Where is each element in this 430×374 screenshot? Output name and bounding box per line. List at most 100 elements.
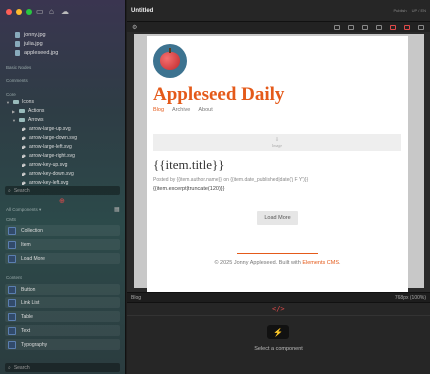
file-item[interactable]: jonny.jpg [15, 32, 46, 38]
svg-file-icon [22, 172, 26, 176]
tree-label: arrow-key-up.svg [29, 162, 68, 168]
cloud-icon[interactable]: ☁ [61, 7, 69, 16]
tree-item-svg[interactable]: arrow-key-down.svg [22, 171, 74, 177]
svg-file-icon [22, 136, 26, 140]
component-text[interactable]: Text [5, 325, 120, 336]
site-footer[interactable]: © 2025 Jonny Appleseed. Built with Eleme… [147, 260, 408, 266]
toolbar-actions: Publish UP / EN [394, 8, 427, 13]
tree-item-svg[interactable]: arrow-large-left.svg [22, 144, 72, 150]
viewport-size-label[interactable]: 768px (100%) [395, 295, 426, 301]
desktop-icon[interactable] [362, 24, 368, 30]
site-nav: Blog Archive About [153, 107, 213, 113]
tree-item-svg[interactable]: arrow-large-right.svg [22, 153, 75, 159]
site-title[interactable]: Appleseed Daily [153, 84, 284, 106]
section-comments[interactable]: Comments [6, 78, 28, 83]
svg-file-icon [22, 181, 26, 185]
window-controls [6, 9, 32, 15]
search-placeholder: Search [13, 187, 30, 194]
share-icon[interactable] [418, 24, 424, 30]
link-list-icon [8, 298, 16, 307]
tree-item-arrows[interactable]: ▼ Arrows [12, 117, 44, 123]
image-file-icon [15, 41, 20, 47]
tree-label: arrow-large-up.svg [29, 126, 71, 132]
footer-divider [237, 253, 318, 254]
settings-icon[interactable]: ⚙ [132, 24, 137, 31]
document-title: Untitled [131, 7, 154, 14]
site-logo[interactable] [153, 44, 187, 78]
chevron-down-icon: ▼ [12, 117, 16, 123]
svg-file-icon [22, 127, 26, 131]
close-window-button[interactable] [6, 9, 12, 15]
publish-icon[interactable] [404, 24, 410, 30]
load-more-button[interactable]: Load More [257, 211, 298, 225]
sidebar-search-input[interactable]: ⌕ Search [5, 186, 120, 195]
tree-label: arrow-large-left.svg [29, 144, 72, 150]
folder-icon [13, 99, 19, 105]
component-item[interactable]: Item [5, 239, 120, 250]
language-selector[interactable]: UP / EN [412, 8, 426, 13]
publish-button[interactable]: Publish [394, 8, 407, 13]
chevron-down-icon: ▼ [6, 99, 10, 105]
grid-view-icon[interactable]: ▦ [114, 206, 120, 213]
footer-end: . [339, 260, 341, 266]
add-icon[interactable]: ⊕ [59, 197, 65, 205]
bolt-icon: ⚡ [267, 325, 289, 339]
footer-brand-link[interactable]: Elements CMS [302, 260, 339, 266]
nav-about-link[interactable]: About [198, 107, 212, 113]
pages-icon[interactable]: ⌂ [49, 7, 54, 16]
components-search-input[interactable]: ⌕ Search [5, 363, 120, 372]
item-title[interactable]: {{item.title}} [153, 157, 225, 173]
component-label: Text [21, 327, 31, 334]
components-dropdown[interactable]: All Components ▾ [6, 207, 41, 213]
item-excerpt[interactable]: {{item.excerpt|truncate(120)}} [153, 186, 224, 192]
page-preview[interactable]: Appleseed Daily Blog Archive About ⇩ Ima… [147, 36, 408, 294]
tablet-icon[interactable] [348, 24, 354, 30]
divider [127, 315, 430, 316]
canvas: ⚙ Appleseed Daily Blog Archive About ⇩ I… [127, 22, 430, 294]
tree-item-svg[interactable]: arrow-large-down.svg [22, 135, 77, 141]
tree-item-svg[interactable]: arrow-key-up.svg [22, 162, 67, 168]
sidebar-toggle-icon[interactable]: ▭ [36, 7, 44, 16]
component-label: Typography [21, 341, 48, 348]
record-icon[interactable] [390, 24, 396, 30]
component-link-list[interactable]: Link List [5, 297, 120, 308]
phone-icon[interactable] [334, 24, 340, 30]
component-label: Table [21, 313, 33, 320]
component-load-more[interactable]: Load More [5, 253, 120, 264]
tree-label: Actions [28, 108, 45, 114]
component-typography[interactable]: Typography [5, 339, 120, 350]
component-collection[interactable]: Collection [5, 225, 120, 236]
image-placeholder[interactable]: ⇩ Image [153, 134, 401, 151]
component-button[interactable]: Button [5, 284, 120, 295]
maximize-window-button[interactable] [26, 9, 32, 15]
footer-text: © 2025 Jonny Appleseed. Built with [214, 260, 303, 266]
preview-icon[interactable] [376, 24, 382, 30]
component-label: Item [21, 241, 31, 248]
file-item[interactable]: julia.jpg [15, 41, 43, 47]
item-icon [8, 240, 16, 249]
nav-blog-link[interactable]: Blog [153, 107, 164, 113]
search-icon: ⌕ [8, 187, 11, 194]
file-name: jonny.jpg [24, 32, 46, 38]
apple-icon [160, 48, 180, 70]
tree-label: Arrows [28, 117, 44, 123]
nav-archive-link[interactable]: Archive [172, 107, 190, 113]
minimize-window-button[interactable] [16, 9, 22, 15]
search-placeholder: Search [13, 364, 30, 371]
tree-item-svg[interactable]: arrow-large-up.svg [22, 126, 71, 132]
button-icon [8, 285, 16, 294]
item-meta[interactable]: Posted by {{item.author.name}} on {{item… [153, 177, 308, 183]
section-core[interactable]: Core [6, 92, 16, 97]
code-icon[interactable]: </> [272, 305, 285, 313]
file-name: appleseed.jpg [24, 50, 59, 56]
file-item[interactable]: appleseed.jpg [15, 50, 58, 56]
svg-file-icon [22, 145, 26, 149]
tree-item-actions[interactable]: ▶ Actions [12, 108, 44, 114]
current-page-label[interactable]: Blog [131, 295, 141, 301]
section-basic-nodes[interactable]: Basic Nodes [6, 65, 31, 70]
component-table[interactable]: Table [5, 311, 120, 322]
tree-label: arrow-large-right.svg [29, 153, 75, 159]
table-icon [8, 312, 16, 321]
tree-item-icons[interactable]: ▼ Icons [6, 99, 34, 105]
canvas-toolbar: ⚙ [127, 22, 430, 32]
